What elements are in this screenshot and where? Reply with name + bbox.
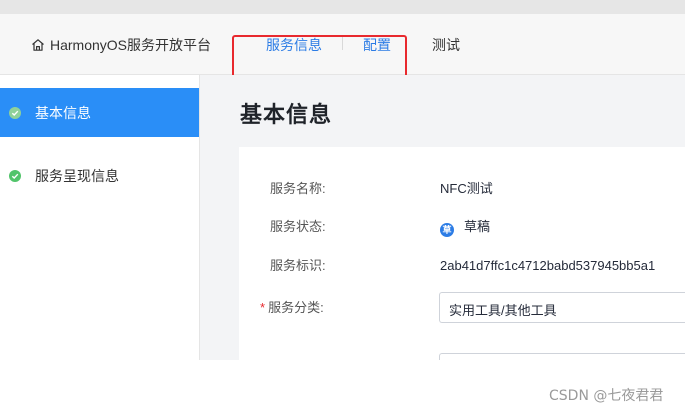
service-status-value: 草草稿 — [440, 219, 490, 237]
required-marker: * — [260, 300, 266, 315]
service-category-label-text: 服务分类: — [268, 300, 324, 315]
nav-tab-test[interactable]: 测试 — [432, 36, 460, 54]
service-status-text: 草稿 — [464, 219, 491, 234]
highlight-annotation-box — [232, 35, 407, 80]
watermark: CSDN @七夜君君 — [549, 388, 664, 404]
sidebar-item-service-presentation[interactable]: 服务呈现信息 — [0, 151, 199, 200]
service-name-label: 服务名称: — [270, 181, 326, 196]
brand-link[interactable]: HarmonyOS服务开放平台 — [31, 35, 211, 55]
service-status-label: 服务状态: — [270, 219, 326, 234]
sidebar-item-label: 基本信息 — [35, 104, 91, 121]
service-name-value: NFC测试 — [440, 181, 493, 196]
draft-status-icon: 草 — [440, 223, 454, 237]
page-edge — [685, 0, 698, 360]
sidebar-item-basic-info[interactable]: 基本信息 — [0, 88, 199, 137]
home-icon — [31, 38, 45, 52]
browser-chrome-strip — [0, 0, 685, 14]
page-title: 基本信息 — [240, 102, 333, 127]
basic-info-card: 服务名称: NFC测试 服务状态: 草草稿 服务标识: 2ab41d7ffc1c… — [239, 147, 685, 360]
service-category-label: * 服务分类: — [260, 300, 324, 316]
brand-title: HarmonyOS服务开放平台 — [50, 37, 212, 53]
sidebar: 基本信息 服务呈现信息 — [0, 75, 200, 360]
main-content: 基本信息 服务名称: NFC测试 服务状态: 草草稿 服务标识: 2ab41d7… — [200, 75, 685, 360]
check-circle-icon — [9, 106, 21, 119]
next-field-input[interactable] — [439, 353, 685, 360]
service-id-label: 服务标识: — [270, 258, 326, 273]
service-id-value: 2ab41d7ffc1c4712babd537945bb5a1 — [440, 258, 656, 273]
top-navigation-bar: HarmonyOS服务开放平台 服务信息 配置 测试 — [0, 14, 685, 80]
check-circle-icon — [9, 169, 21, 182]
service-category-select[interactable]: 实用工具/其他工具 — [439, 292, 685, 323]
sidebar-item-label: 服务呈现信息 — [35, 167, 119, 184]
